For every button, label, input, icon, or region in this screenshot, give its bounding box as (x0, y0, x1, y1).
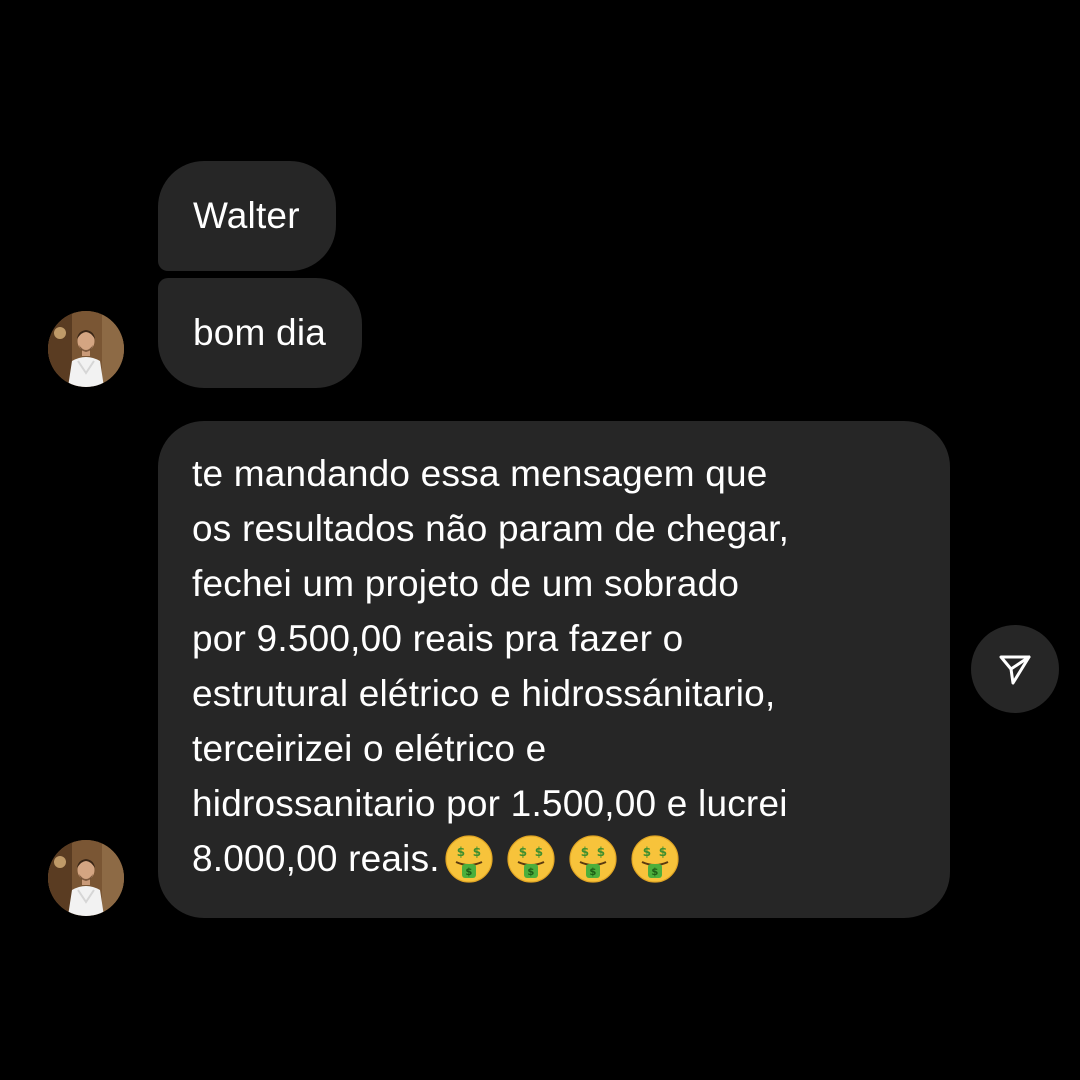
svg-text:$: $ (651, 867, 658, 878)
money-mouth-face-icon: $ $ $ (445, 835, 493, 883)
message-line: te mandando essa mensagem que (192, 453, 768, 494)
emoji-row: $ $ $ $ $ $ $ $ $ $ $ $ (444, 834, 692, 889)
svg-text:$: $ (527, 867, 534, 878)
svg-text:$: $ (465, 867, 472, 878)
svg-text:$: $ (535, 845, 544, 859)
message-line: terceirizei o elétrico e (192, 728, 547, 769)
chat-thread: Walter bom dia te mandando essa mensagem… (0, 0, 1080, 1080)
message-line: fechei um projeto de um sobrado (192, 563, 740, 604)
svg-text:$: $ (457, 845, 466, 859)
svg-text:$: $ (519, 845, 528, 859)
message-text: bom dia (193, 312, 327, 353)
money-mouth-face-icon: $ $ $ (631, 835, 679, 883)
svg-text:$: $ (589, 867, 596, 878)
message-line: por 9.500,00 reais pra fazer o (192, 618, 684, 659)
paper-plane-icon (999, 655, 1031, 685)
money-mouth-face-icon: $ $ $ (569, 835, 617, 883)
message-line: estrutural elétrico e hidrossánitario, (192, 673, 776, 714)
message-bubble[interactable]: te mandando essa mensagem que os resulta… (158, 421, 950, 918)
avatar-photo (48, 311, 124, 387)
message-line: os resultados não param de chegar, (192, 508, 790, 549)
svg-text:$: $ (581, 845, 590, 859)
message-line: 8.000,00 reais. (192, 838, 440, 879)
svg-text:$: $ (473, 845, 482, 859)
message-line: hidrossanitario por 1.500,00 e lucrei (192, 783, 788, 824)
message-bubble[interactable]: bom dia (158, 278, 363, 388)
avatar[interactable] (48, 311, 124, 387)
avatar-photo (48, 840, 124, 916)
avatar[interactable] (48, 840, 124, 916)
message-text: Walter (193, 195, 300, 236)
share-button[interactable] (971, 625, 1059, 713)
message-bubble[interactable]: Walter (158, 161, 336, 271)
svg-text:$: $ (659, 845, 668, 859)
svg-text:$: $ (597, 845, 606, 859)
money-mouth-face-icon: $ $ $ (507, 835, 555, 883)
svg-text:$: $ (643, 845, 652, 859)
message-last-line: 8.000,00 reais. $ $ $ $ $ $ $ $ $ $ $ $ (192, 831, 930, 889)
